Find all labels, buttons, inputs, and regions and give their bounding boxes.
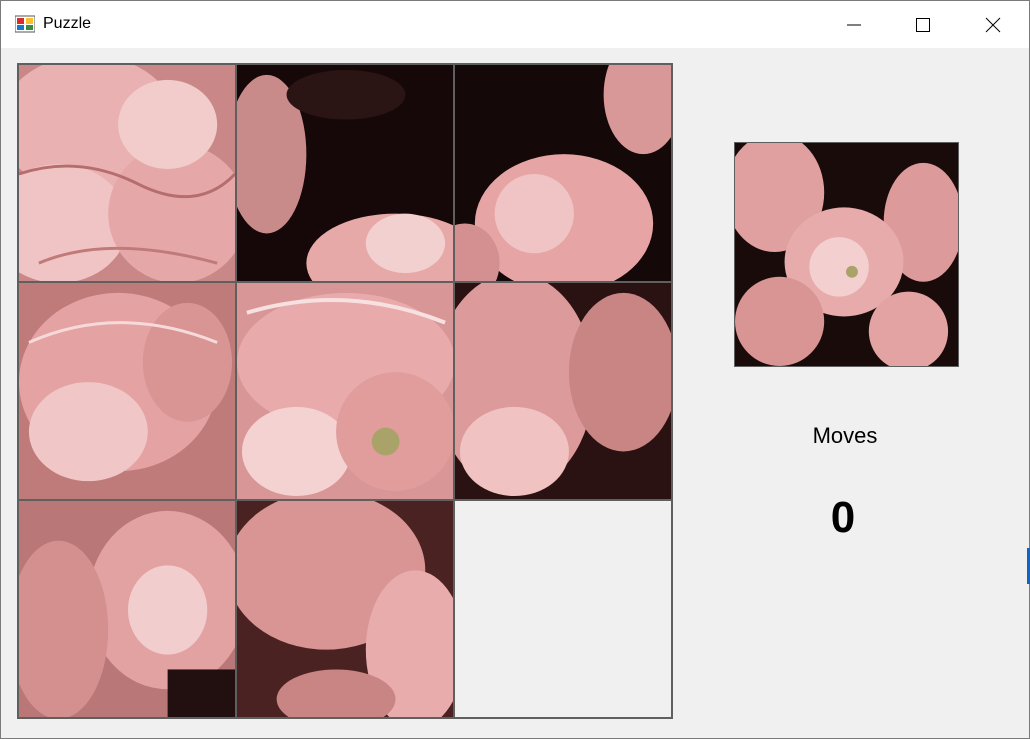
maximize-icon — [915, 17, 930, 32]
puzzle-window: Puzzle Moves 0 — [0, 0, 1030, 739]
title-bar[interactable]: Puzzle — [1, 1, 1029, 48]
close-icon — [985, 17, 1000, 32]
puzzle-tile[interactable] — [236, 64, 454, 282]
minimize-button[interactable] — [819, 1, 888, 48]
app-icon — [15, 15, 35, 33]
tile-image — [19, 501, 235, 717]
window-title: Puzzle — [43, 15, 92, 32]
moves-label: Moves — [812, 423, 878, 448]
close-button[interactable] — [958, 1, 1027, 48]
moves-counter: 0 — [830, 493, 856, 542]
empty-tile-slot[interactable] — [454, 500, 672, 718]
tile-image — [237, 65, 453, 281]
puzzle-tile[interactable] — [454, 282, 672, 500]
puzzle-tile[interactable] — [18, 500, 236, 718]
puzzle-tile[interactable] — [236, 500, 454, 718]
tile-image — [237, 283, 453, 499]
tile-image — [237, 501, 453, 717]
puzzle-tile[interactable] — [18, 64, 236, 282]
puzzle-tile[interactable] — [454, 64, 672, 282]
tile-image — [19, 65, 235, 281]
puzzle-board — [17, 63, 673, 719]
puzzle-tile[interactable] — [236, 282, 454, 500]
tile-image — [455, 65, 671, 281]
maximize-button[interactable] — [888, 1, 957, 48]
puzzle-tile[interactable] — [18, 282, 236, 500]
minimize-icon — [846, 24, 861, 25]
reference-image — [734, 142, 959, 367]
tile-image — [455, 283, 671, 499]
reference-image-graphic — [735, 143, 958, 366]
tile-image — [19, 283, 235, 499]
